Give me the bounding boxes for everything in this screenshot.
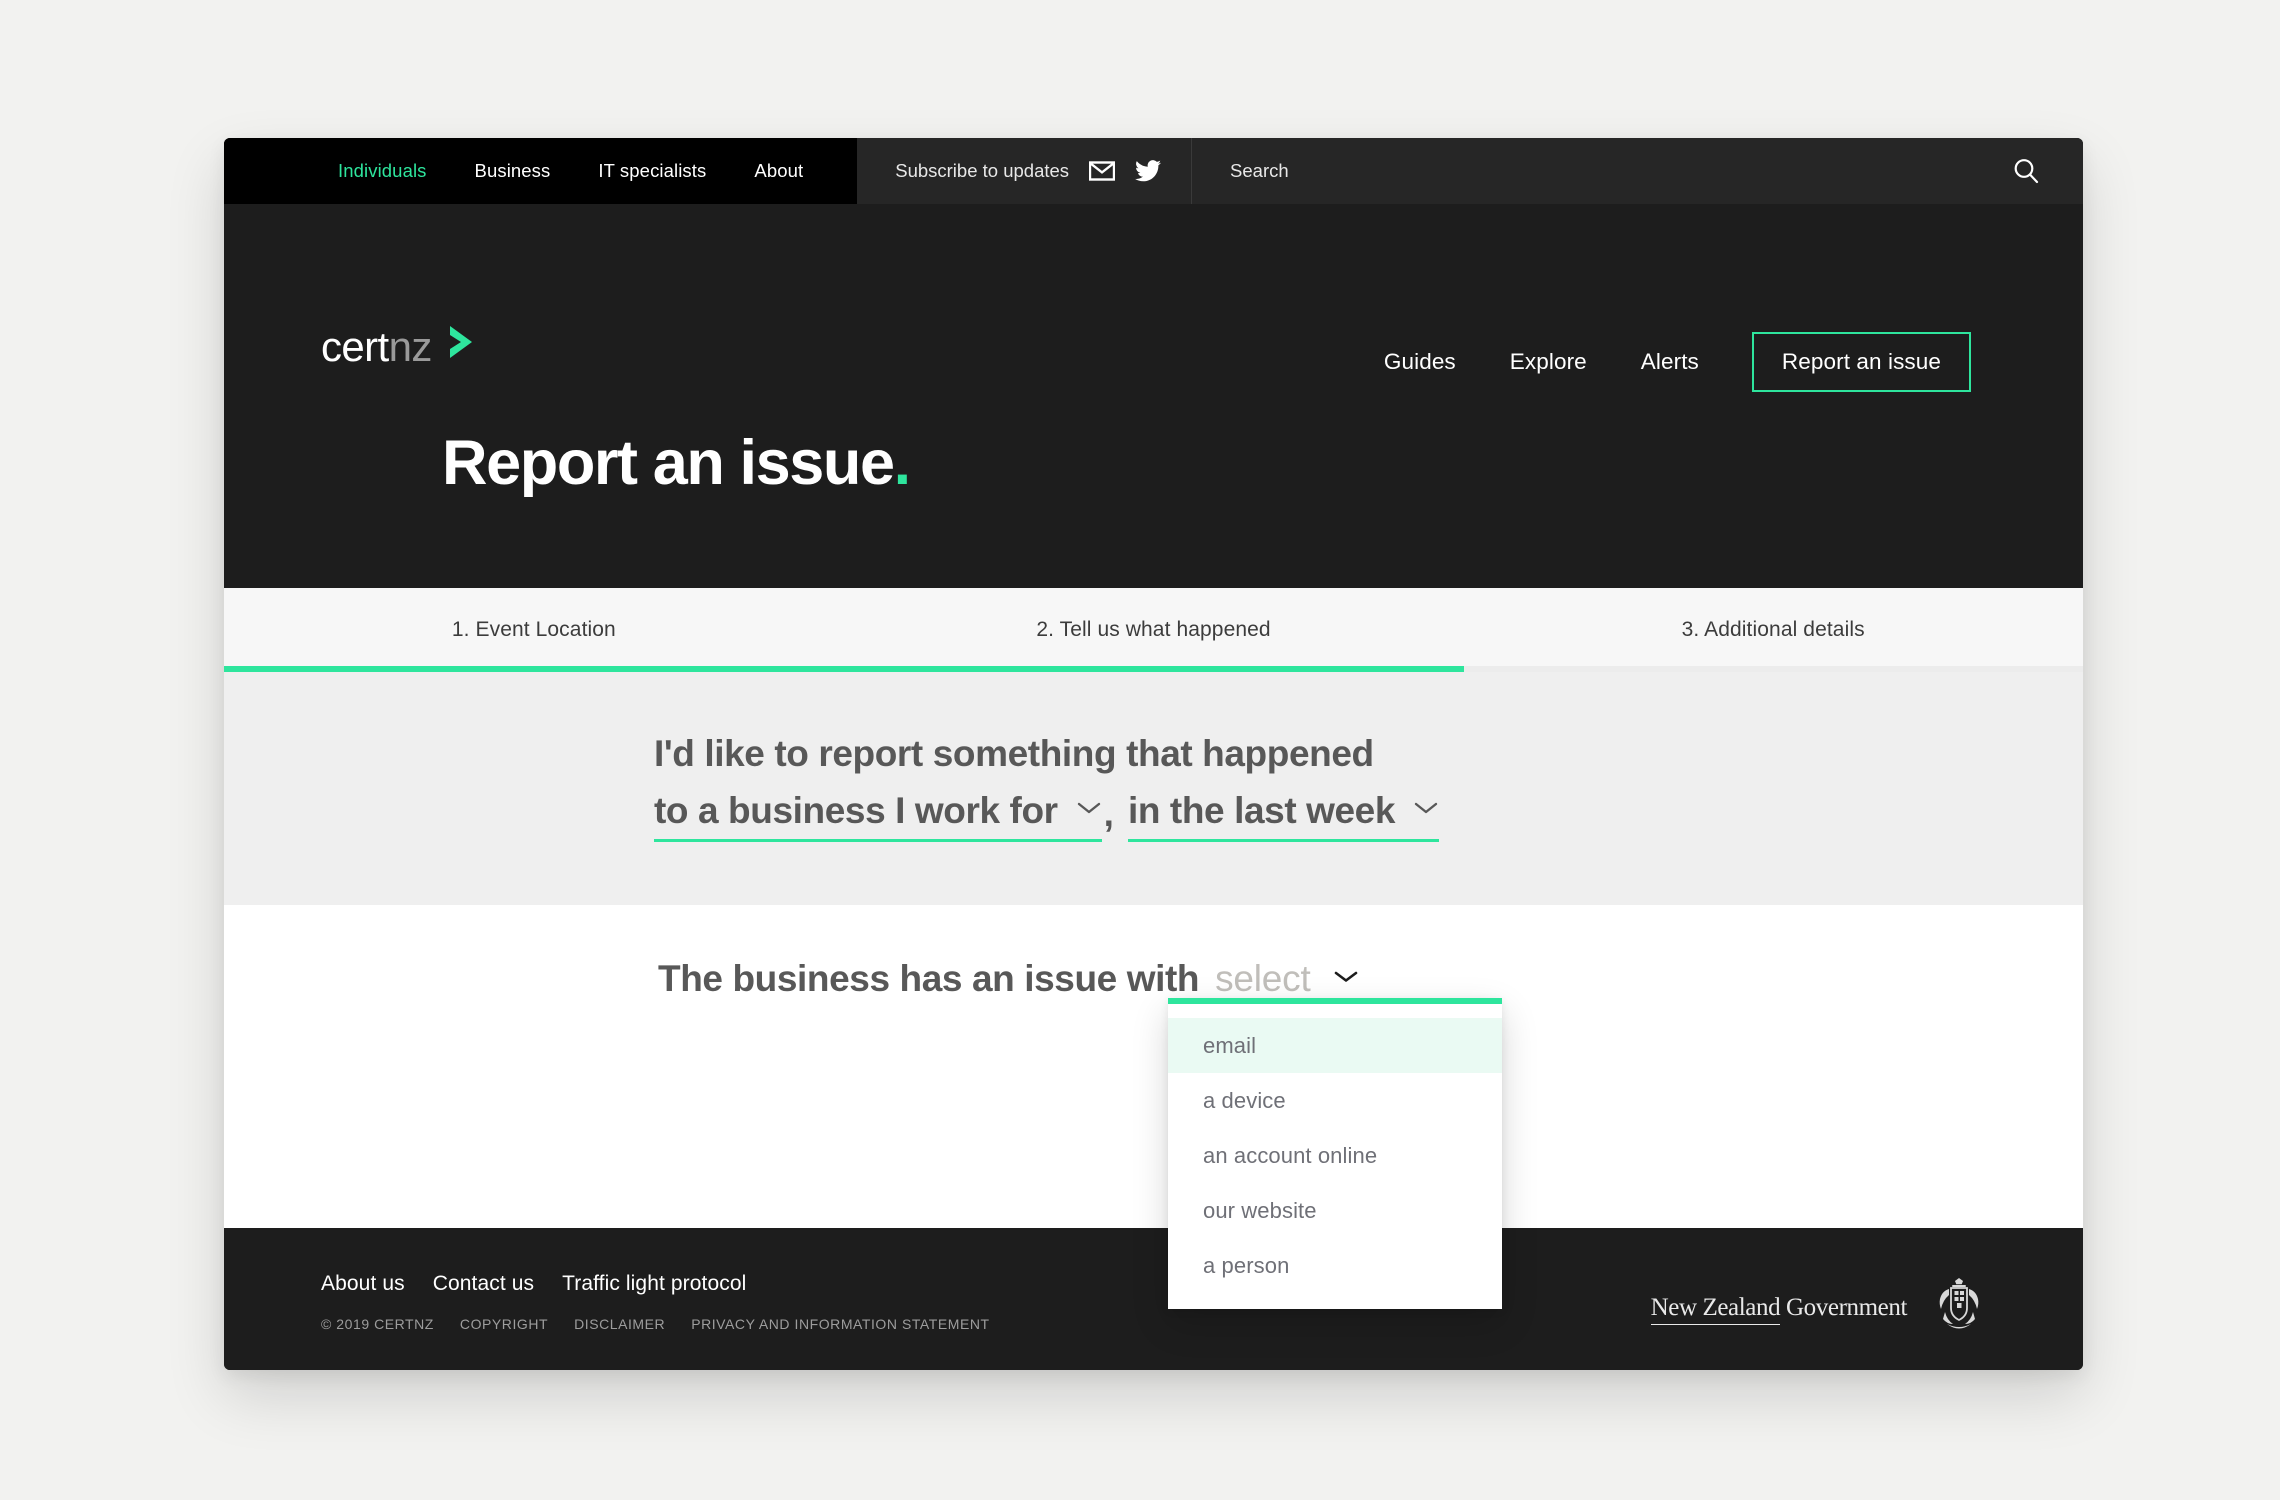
chevron-down-icon: [1333, 969, 1359, 990]
when-select-value: in the last week: [1127, 789, 1396, 831]
dropdown-option-label: our website: [1203, 1197, 1317, 1223]
step-2-label: 2. Tell us what happened: [1036, 618, 1271, 641]
nav-link-explore[interactable]: Explore: [1483, 349, 1614, 375]
certnz-logo[interactable]: certnz: [321, 324, 480, 369]
search-label: Search: [1230, 160, 1289, 181]
question-two: The business has an issue with select: [658, 958, 1359, 1001]
logo-part-cert: cert: [321, 322, 389, 370]
utility-bar: Individuals Business IT specialists Abou…: [224, 138, 2083, 204]
dropdown-option-our-website[interactable]: our website: [1168, 1183, 1502, 1238]
question-one: I'd like to report something that happen…: [654, 732, 1440, 843]
footer-link-about-us[interactable]: About us: [321, 1272, 405, 1296]
site-footer: About us Contact us Traffic light protoc…: [224, 1228, 2083, 1370]
search-section[interactable]: Search: [1192, 138, 2083, 204]
step-1-event-location[interactable]: 1. Event Location: [224, 588, 844, 672]
dropdown-option-a-person[interactable]: a person: [1168, 1238, 1502, 1293]
page-title: Report an issue.: [442, 432, 911, 495]
question-one-line-1: I'd like to report something that happen…: [654, 733, 1374, 774]
when-select[interactable]: in the last week: [1127, 789, 1440, 843]
search-icon[interactable]: [2011, 156, 2041, 186]
dropdown-option-label: a device: [1203, 1087, 1286, 1113]
logo-wordmark: certnz: [321, 322, 433, 370]
page-title-dot: .: [893, 428, 912, 498]
dropdown-spacer: [1168, 1004, 1502, 1018]
who-select[interactable]: to a business I work for: [654, 790, 1102, 843]
step-1-label: 1. Event Location: [451, 618, 616, 641]
footer-link-contact-us[interactable]: Contact us: [433, 1272, 534, 1296]
question-one-panel: I'd like to report something that happen…: [224, 672, 2083, 905]
step-3-label: 3. Additional details: [1681, 618, 1865, 641]
dropdown-option-a-device[interactable]: a device: [1168, 1073, 1502, 1128]
main-navigation: Guides Explore Alerts Report an issue: [1357, 332, 1971, 392]
issue-type-select[interactable]: select: [1215, 958, 1358, 1001]
question-one-line-2: to a business I work for , in the last w…: [654, 789, 1440, 843]
who-select-value: to a business I work for: [654, 789, 1058, 831]
nav-link-alerts[interactable]: Alerts: [1614, 349, 1726, 375]
chevron-down-icon: [1076, 800, 1102, 821]
step-indicator: 1. Event Location 2. Tell us what happen…: [224, 588, 2083, 672]
utility-link-it-specialists[interactable]: IT specialists: [574, 160, 730, 182]
issue-type-dropdown: email a device an account online our web…: [1168, 998, 1502, 1309]
dropdown-option-label: email: [1203, 1032, 1257, 1058]
twitter-icon[interactable]: [1135, 160, 1162, 182]
subscribe-section: Subscribe to updates: [857, 138, 1193, 204]
nz-government-wordmark: New Zealand Government: [1650, 1293, 1907, 1325]
utility-link-business[interactable]: Business: [451, 160, 575, 182]
browser-page-card: Individuals Business IT specialists Abou…: [224, 138, 2083, 1370]
nz-government-logo: New Zealand Government: [1650, 1276, 1985, 1339]
issue-type-placeholder: select: [1215, 958, 1311, 999]
question-two-prefix: The business has an issue with: [658, 958, 1200, 999]
masthead: certnz Guides Explore Alerts Report an i…: [224, 204, 2083, 588]
nz-coat-of-arms-icon: [1933, 1276, 1985, 1339]
footer-link-privacy-statement[interactable]: PRIVACY AND INFORMATION STATEMENT: [691, 1316, 989, 1332]
report-an-issue-button[interactable]: Report an issue: [1751, 332, 1971, 392]
step-3-additional-details[interactable]: 3. Additional details: [1463, 588, 2083, 672]
nz-government-underlined-part: New Zealand: [1650, 1293, 1781, 1325]
logo-chevron-mark: [446, 324, 480, 369]
dropdown-option-label: a person: [1203, 1252, 1290, 1278]
footer-links: About us Contact us Traffic light protoc…: [321, 1272, 746, 1296]
dropdown-option-email[interactable]: email: [1168, 1018, 1502, 1073]
dropdown-option-an-account-online[interactable]: an account online: [1168, 1128, 1502, 1183]
mail-icon[interactable]: [1089, 161, 1116, 181]
utility-link-individuals[interactable]: Individuals: [314, 160, 451, 182]
footer-copyright-notice: © 2019 CERTNZ: [321, 1316, 434, 1332]
utility-link-about[interactable]: About: [730, 160, 827, 182]
nz-government-rest-part: Government: [1780, 1293, 1907, 1321]
question-two-panel: The business has an issue with select: [224, 905, 2083, 1228]
logo-part-nz: nz: [388, 322, 433, 370]
footer-link-traffic-light-protocol[interactable]: Traffic light protocol: [562, 1272, 746, 1296]
chevron-down-icon: [1413, 800, 1439, 821]
footer-link-disclaimer[interactable]: DISCLAIMER: [574, 1316, 665, 1332]
subscribe-label: Subscribe to updates: [895, 160, 1070, 181]
footer-legal: © 2019 CERTNZ COPYRIGHT DISCLAIMER PRIVA…: [321, 1316, 990, 1332]
page-title-text: Report an issue: [442, 428, 895, 498]
audience-nav: Individuals Business IT specialists Abou…: [224, 138, 858, 204]
step-2-tell-us-what-happened[interactable]: 2. Tell us what happened: [844, 588, 1464, 672]
dropdown-option-label: an account online: [1203, 1142, 1378, 1168]
footer-link-copyright[interactable]: COPYRIGHT: [460, 1316, 548, 1332]
nav-link-guides[interactable]: Guides: [1357, 349, 1483, 375]
question-one-comma: ,: [1103, 792, 1114, 834]
